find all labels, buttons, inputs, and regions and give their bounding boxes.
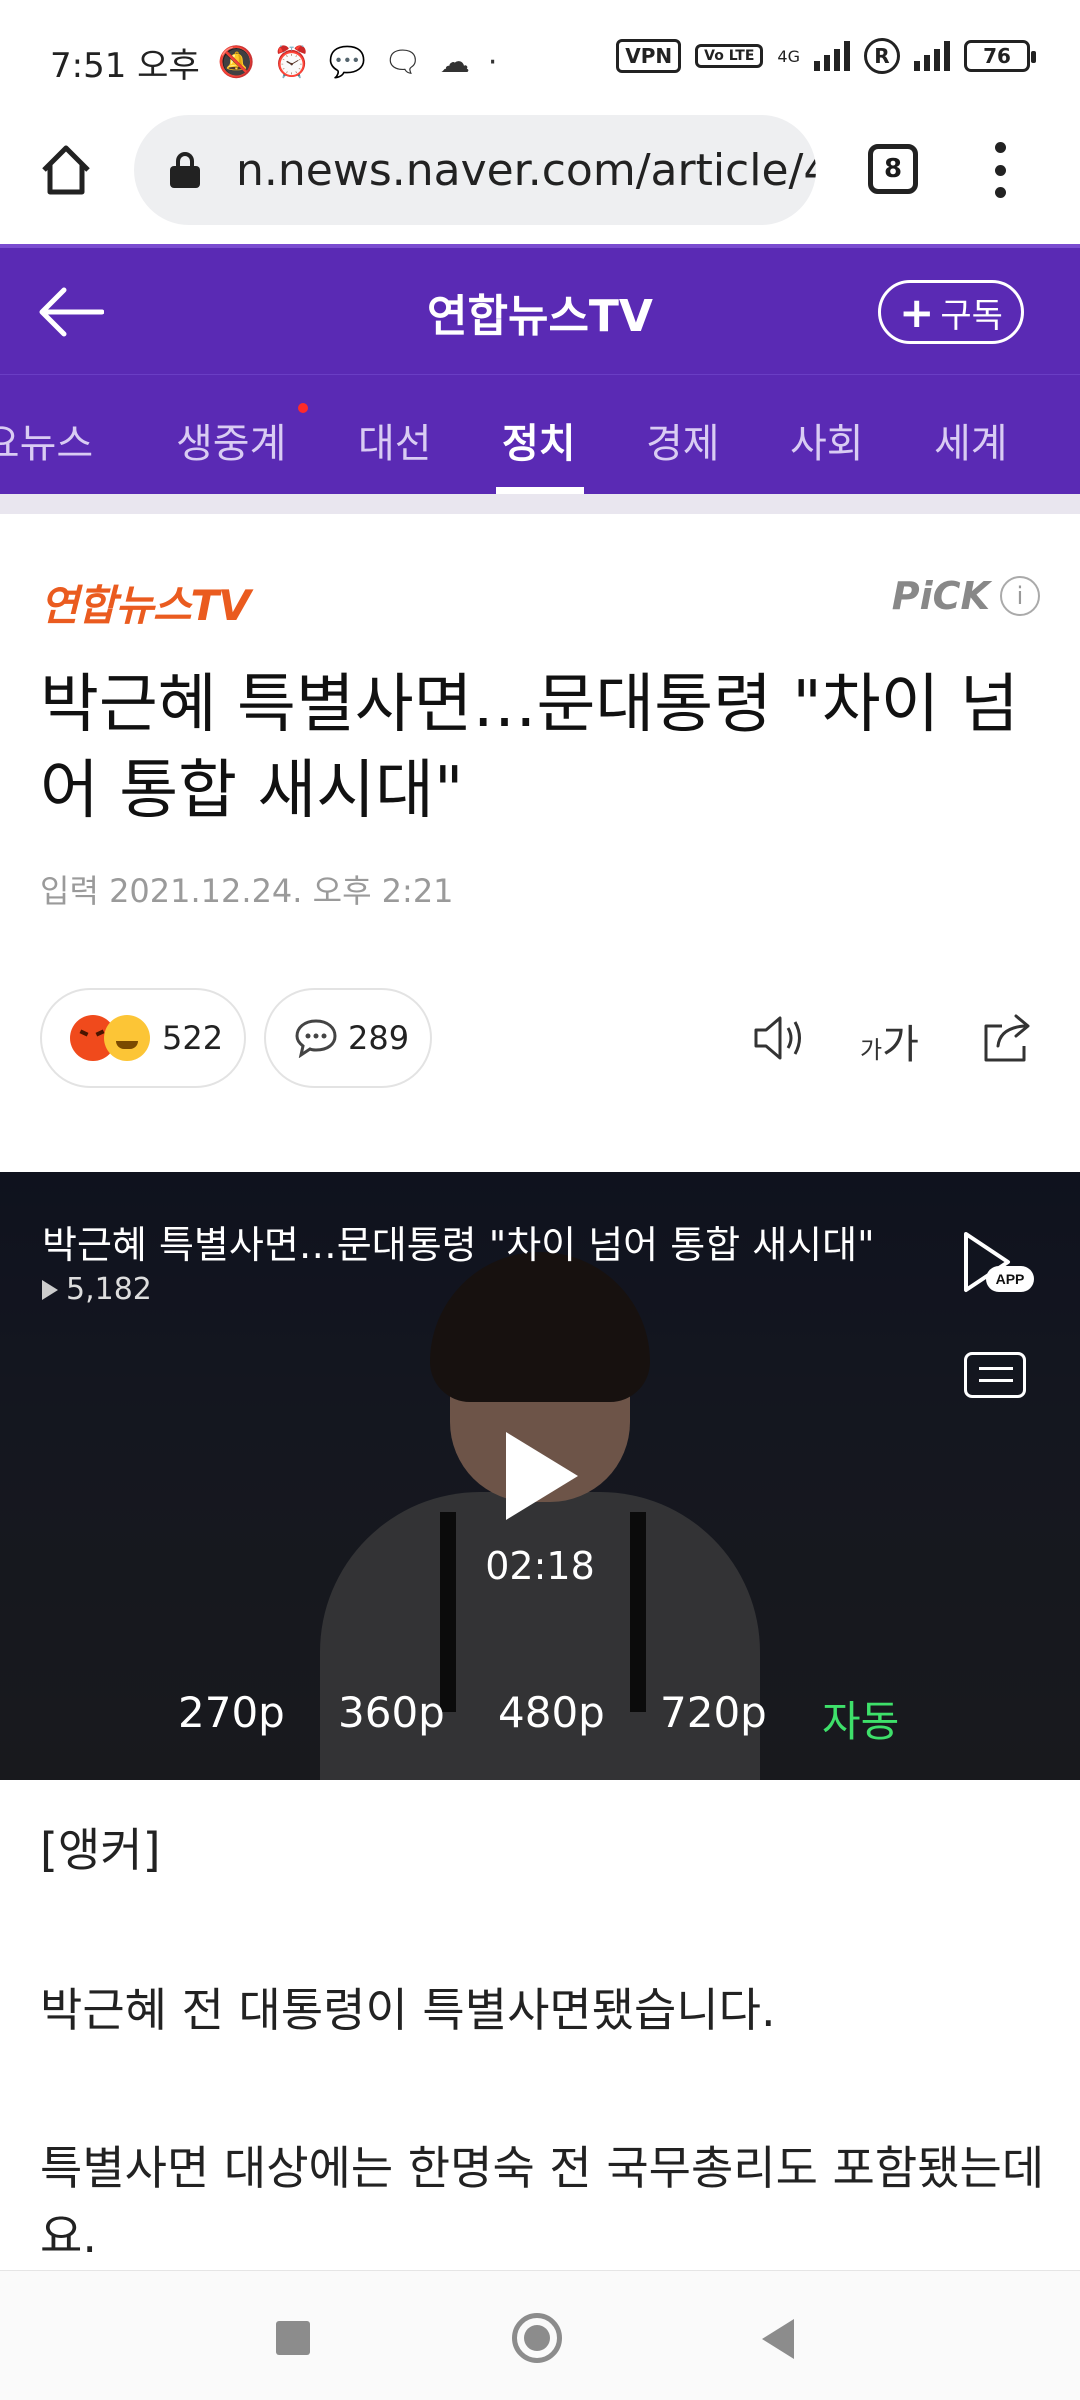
subtitle-icon[interactable] (964, 1352, 1026, 1398)
video-views: 5,182 (42, 1272, 152, 1307)
active-tab-indicator (496, 487, 584, 494)
overflow-menu-icon[interactable] (990, 142, 1010, 198)
system-nav-bar (0, 2270, 1080, 2400)
date-prefix: 입력 (40, 872, 99, 910)
quality-720p[interactable]: 720p (660, 1688, 767, 1737)
video-duration: 02:18 (485, 1544, 595, 1588)
signal-2-icon (914, 41, 950, 71)
registered-icon: R (864, 38, 900, 74)
press-logo[interactable]: 연합뉴스TV (40, 572, 251, 633)
pick-badge[interactable]: PiCK i (892, 574, 1040, 618)
tab-live[interactable]: 생중계 (176, 411, 286, 469)
video-title: 박근혜 특별사면…문대통령 "차이 넘어 통합 새시대" (42, 1223, 875, 1267)
quality-270p[interactable]: 270p (178, 1688, 285, 1737)
status-left: 7:51 오후 🔕 ⏰ 💬 🗨 ☁ · (50, 38, 497, 87)
font-size-button[interactable]: 가가 (860, 1012, 919, 1070)
status-bar: 7:51 오후 🔕 ⏰ 💬 🗨 ☁ · VPN Vo LTE 4G R 76 (0, 0, 1080, 112)
font-size-small: 가 (860, 1036, 883, 1064)
battery-icon: 76 (964, 40, 1036, 72)
tab-switcher-button[interactable]: 8 (868, 144, 918, 194)
volte-icon: Vo LTE (695, 44, 764, 68)
app-badge: APP (996, 1271, 1025, 1287)
recents-button[interactable] (276, 2321, 310, 2355)
info-icon[interactable]: i (1000, 576, 1040, 616)
chat-icon: 🗨 (383, 45, 422, 80)
clock: 7:51 오후 (50, 46, 200, 86)
divider (0, 494, 1080, 514)
quality-auto[interactable]: 자동 (822, 1688, 899, 1749)
play-count-icon (42, 1279, 58, 1300)
comment-count: 289 (348, 1019, 410, 1057)
reaction-button[interactable]: 522 (40, 988, 246, 1088)
network-type: 4G (777, 46, 800, 66)
status-right: VPN Vo LTE 4G R 76 (616, 38, 1036, 74)
font-size-large: 가 (882, 1022, 919, 1068)
pick-label: PiCK (891, 574, 990, 618)
talk-icon: 💬 (328, 45, 366, 80)
view-count: 5,182 (66, 1272, 152, 1307)
subscribe-button[interactable]: + 구독 (878, 280, 1024, 344)
tab-world[interactable]: 세계 (934, 411, 1008, 469)
quality-360p[interactable]: 360p (338, 1688, 445, 1737)
comment-icon (295, 1019, 337, 1058)
signal-icon (814, 41, 850, 71)
article-paragraph: [앵커] (40, 1823, 161, 1877)
article-date: 입력 2021.12.24. 오후 2:21 (40, 866, 454, 912)
back-button[interactable] (762, 2319, 794, 2359)
browser-toolbar: n.news.naver.com/article/422/0000516987 … (0, 112, 1080, 244)
speaker-icon[interactable] (750, 1010, 810, 1066)
reaction-count: 522 (162, 1019, 224, 1057)
tab-society[interactable]: 사회 (790, 411, 864, 469)
article-paragraph: 박근혜 전 대통령이 특별사면됐습니다. (40, 1983, 776, 2037)
smile-emoji-icon (104, 1015, 150, 1061)
address-bar[interactable]: n.news.naver.com/article/422/0000516987 (134, 115, 816, 225)
wechat-icon: ☁ (439, 45, 470, 80)
tab-economy[interactable]: 경제 (646, 411, 720, 469)
video-player[interactable]: 박근혜 특별사면…문대통령 "차이 넘어 통합 새시대" 5,182 APP 0… (0, 1172, 1080, 1780)
article-paragraph: 특별사면 대상에는 한명숙 전 국무총리도 포함됐는데요. (40, 2141, 1045, 2263)
subscribe-label: 구독 (940, 295, 1003, 336)
category-nav: 주요뉴스 생중계 대선 정치 경제 사회 세계 (0, 374, 1080, 494)
tab-politics[interactable]: 정치 (502, 411, 576, 469)
alarm-icon: ⏰ (273, 45, 311, 80)
home-button[interactable] (512, 2313, 562, 2363)
vpn-icon: VPN (616, 39, 682, 73)
app-play-icon[interactable]: APP (956, 1228, 1036, 1298)
home-icon[interactable] (38, 142, 94, 198)
tab-main-news[interactable]: 주요뉴스 (0, 411, 93, 469)
more-dot-icon: · (487, 45, 498, 80)
mute-icon: 🔕 (217, 45, 256, 80)
press-header: 연합뉴스TV + 구독 (0, 244, 1080, 374)
share-icon[interactable] (978, 1010, 1038, 1066)
comment-button[interactable]: 289 (264, 988, 432, 1088)
article-headline: 박근혜 특별사면…문대통령 "차이 넘어 통합 새시대" (40, 668, 1019, 828)
tab-election[interactable]: 대선 (358, 411, 432, 469)
date-value: 2021.12.24. 오후 2:21 (109, 872, 454, 910)
quality-480p[interactable]: 480p (498, 1688, 605, 1737)
url-text: n.news.naver.com/article/422/0000516987 (236, 144, 816, 196)
lock-icon (170, 152, 200, 188)
new-indicator-dot (298, 403, 308, 413)
plus-icon: + (899, 287, 935, 337)
play-button-icon[interactable] (506, 1432, 578, 1520)
